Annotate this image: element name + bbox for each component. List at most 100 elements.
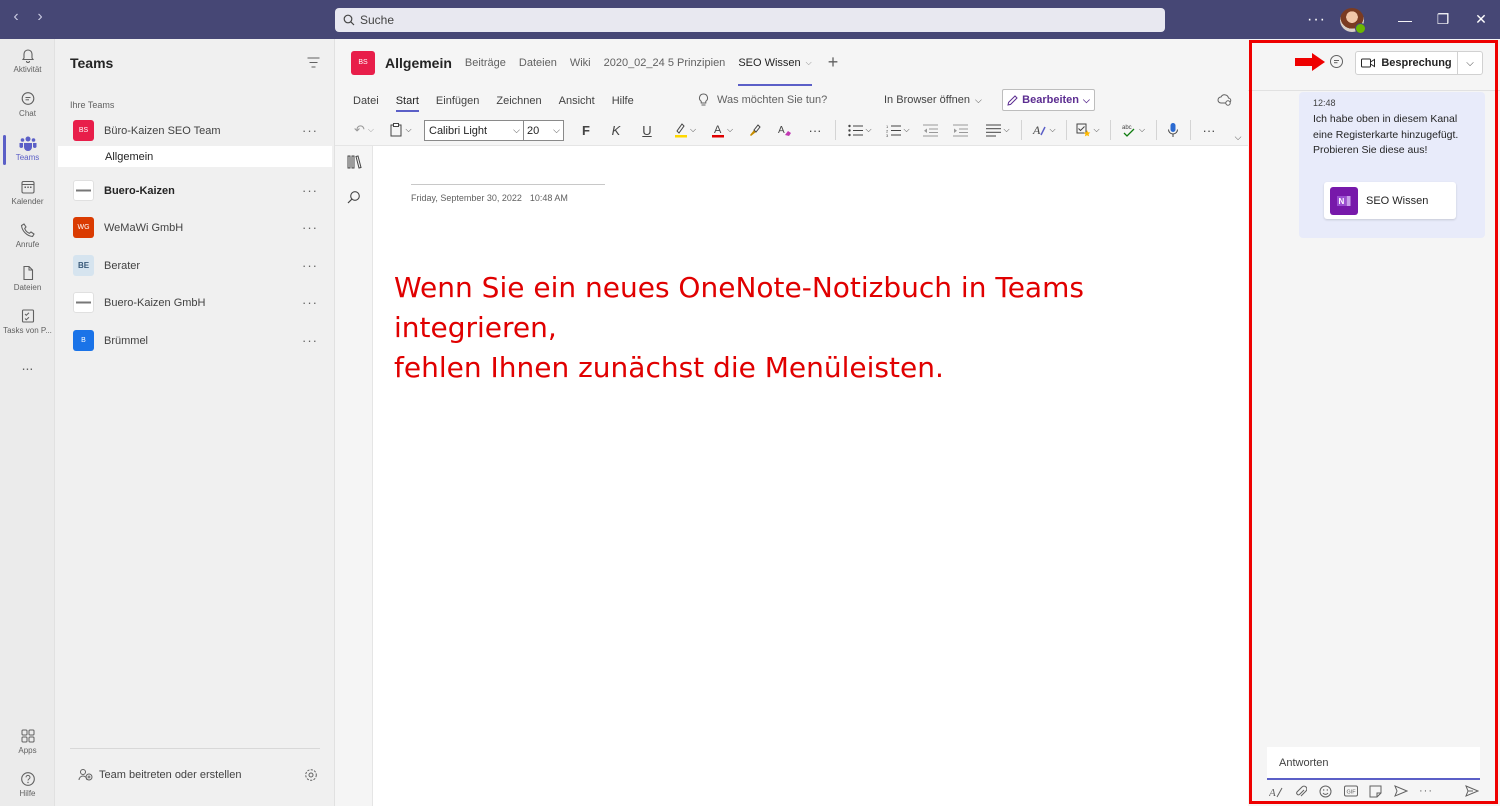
tab-dateien[interactable]: Dateien bbox=[519, 39, 557, 86]
more-options-icon[interactable]: ··· bbox=[302, 258, 318, 273]
tab-seo-wissen[interactable]: SEO Wissen ⌵ bbox=[738, 39, 813, 86]
minimize-icon[interactable]: — bbox=[1386, 0, 1424, 39]
bullets-icon[interactable]: ⌵ bbox=[845, 121, 875, 139]
channel-header: BS Allgemein Beiträge Dateien Wiki 2020_… bbox=[335, 39, 1248, 86]
tab-beitraege[interactable]: Beiträge bbox=[465, 39, 506, 86]
ribbon-tab-einfuegen[interactable]: Einfügen bbox=[436, 86, 479, 115]
team-item[interactable]: Buero-Kaizen GmbH ··· bbox=[58, 284, 332, 321]
forward-arrow-icon[interactable]: › bbox=[32, 8, 48, 26]
reply-input[interactable]: Antworten bbox=[1267, 747, 1480, 780]
ribbon-tab-zeichnen[interactable]: Zeichnen bbox=[496, 86, 541, 115]
more-options-icon[interactable]: ··· bbox=[302, 333, 318, 348]
conversation-icon[interactable] bbox=[1329, 54, 1344, 69]
attach-icon[interactable] bbox=[1295, 785, 1308, 801]
more-options-icon[interactable]: ··· bbox=[302, 295, 318, 310]
more-tools-icon[interactable]: ··· bbox=[1199, 121, 1219, 139]
clear-formatting-icon[interactable]: A bbox=[776, 121, 792, 139]
tell-me-search[interactable]: Was möchten Sie tun? bbox=[698, 93, 827, 106]
rail-item-activity[interactable]: Aktivität bbox=[0, 47, 55, 74]
rail-item-chat[interactable]: Chat bbox=[0, 91, 55, 118]
rail-item-apps[interactable]: Apps bbox=[0, 728, 55, 755]
gear-icon[interactable] bbox=[304, 768, 318, 782]
emoji-icon[interactable] bbox=[1319, 785, 1332, 801]
sticker-icon[interactable] bbox=[1369, 785, 1382, 801]
user-avatar[interactable] bbox=[1340, 7, 1366, 34]
font-family-select[interactable]: Calibri Light ⌵ bbox=[424, 120, 524, 141]
font-color-icon[interactable]: A ⌵ bbox=[708, 121, 736, 139]
chevron-down-icon[interactable]: ⌵ bbox=[1457, 51, 1483, 75]
expand-ribbon-icon[interactable]: ⌵ bbox=[1232, 128, 1244, 146]
open-in-browser-button[interactable]: In Browser öffnen ⌵ bbox=[884, 94, 982, 106]
search-box[interactable]: Suche bbox=[335, 8, 1165, 32]
team-item[interactable]: Buero-Kaizen ··· bbox=[58, 172, 332, 209]
styles-icon[interactable]: A ⌵ bbox=[1029, 121, 1059, 139]
team-item[interactable]: BE Berater ··· bbox=[58, 247, 332, 284]
search-icon[interactable] bbox=[347, 190, 361, 204]
rail-item-files[interactable]: Dateien bbox=[0, 265, 55, 292]
more-options-icon[interactable]: ··· bbox=[302, 183, 318, 198]
underline-button[interactable]: U bbox=[639, 121, 655, 139]
increase-indent-icon[interactable] bbox=[951, 121, 969, 139]
more-options-icon[interactable]: ··· bbox=[302, 123, 318, 138]
cloud-sync-icon[interactable] bbox=[1217, 94, 1232, 106]
ribbon-tab-start[interactable]: Start bbox=[395, 86, 420, 115]
font-size-select[interactable]: 20 ⌵ bbox=[524, 120, 564, 141]
edit-button[interactable]: Bearbeiten ⌵ bbox=[1002, 89, 1095, 111]
spelling-icon[interactable]: abc ⌵ bbox=[1118, 121, 1148, 139]
bold-button[interactable]: F bbox=[578, 121, 594, 139]
meeting-button[interactable]: Besprechung bbox=[1355, 51, 1458, 75]
help-icon bbox=[20, 772, 35, 786]
chevron-down-icon[interactable]: ⌵ bbox=[806, 58, 812, 68]
ribbon-tab-ansicht[interactable]: Ansicht bbox=[559, 86, 595, 115]
close-icon[interactable]: ✕ bbox=[1462, 0, 1500, 39]
phone-icon bbox=[20, 223, 35, 238]
align-icon[interactable]: ⌵ bbox=[983, 121, 1013, 139]
rail-item-help[interactable]: Hilfe bbox=[0, 771, 55, 798]
send-icon[interactable] bbox=[1465, 785, 1480, 800]
filter-icon[interactable] bbox=[307, 57, 320, 68]
tab-prinzipien[interactable]: 2020_02_24 5 Prinzipien bbox=[604, 39, 726, 86]
gif-icon[interactable]: GIF bbox=[1344, 785, 1358, 800]
more-format-icon[interactable]: ··· bbox=[806, 121, 824, 139]
rail-item-calls[interactable]: Anrufe bbox=[0, 222, 55, 249]
format-painter-icon[interactable] bbox=[747, 121, 763, 139]
join-team-button[interactable]: Team beitreten oder erstellen bbox=[78, 768, 241, 781]
chat-message: 12:48 Ich habe oben in diesem Kanal eine… bbox=[1299, 92, 1485, 238]
settings-more-icon[interactable]: ··· bbox=[1307, 11, 1326, 29]
message-time: 12:48 bbox=[1313, 98, 1336, 108]
add-tab-icon[interactable]: + bbox=[828, 52, 839, 73]
svg-text:GIF: GIF bbox=[1347, 790, 1357, 796]
toolbar-divider bbox=[1110, 120, 1111, 140]
rail-item-teams[interactable]: Teams bbox=[0, 135, 55, 165]
ribbon-tab-datei[interactable]: Datei bbox=[353, 86, 379, 115]
team-item[interactable]: WG WeMaWi GmbH ··· bbox=[58, 209, 332, 246]
team-item[interactable]: B Brümmel ··· bbox=[58, 322, 332, 359]
italic-button[interactable]: K bbox=[608, 121, 624, 139]
highlight-icon[interactable]: ⌵ bbox=[671, 121, 699, 139]
ribbon-tab-hilfe[interactable]: Hilfe bbox=[612, 86, 634, 115]
undo-icon[interactable]: ↶ ⌵ bbox=[349, 121, 379, 139]
rail-label: Teams bbox=[15, 153, 40, 162]
restore-icon[interactable]: ❐ bbox=[1424, 0, 1462, 39]
red-arrow-icon bbox=[1295, 53, 1325, 71]
channel-item-selected[interactable]: Allgemein bbox=[58, 146, 332, 167]
tab-wiki[interactable]: Wiki bbox=[570, 39, 591, 86]
more-options-icon[interactable]: ··· bbox=[302, 220, 318, 235]
dictate-mic-icon[interactable] bbox=[1164, 121, 1182, 139]
rail-item-tasks[interactable]: Tasks von P... bbox=[0, 308, 55, 335]
numbering-icon[interactable]: 1 2 3 ⌵ bbox=[883, 121, 913, 139]
decrease-indent-icon[interactable] bbox=[921, 121, 939, 139]
note-page[interactable]: Friday, September 30, 2022 10:48 AM Wenn … bbox=[373, 146, 1248, 806]
notebooks-icon[interactable] bbox=[347, 155, 362, 169]
bell-icon bbox=[21, 49, 34, 63]
clipboard-icon[interactable]: ⌵ bbox=[387, 121, 415, 139]
team-item[interactable]: BS Büro-Kaizen SEO Team ··· bbox=[58, 112, 332, 149]
rail-more-icon[interactable]: ... bbox=[0, 357, 55, 373]
schedule-send-icon[interactable] bbox=[1394, 785, 1409, 800]
more-options-icon[interactable]: ··· bbox=[1419, 785, 1433, 797]
format-icon[interactable]: A bbox=[1268, 785, 1283, 801]
tag-icon[interactable]: ⌵ bbox=[1073, 121, 1103, 139]
rail-item-calendar[interactable]: Kalender bbox=[0, 179, 55, 206]
back-arrow-icon[interactable]: ‹ bbox=[8, 8, 24, 26]
tab-card[interactable]: N SEO Wissen bbox=[1324, 182, 1456, 219]
